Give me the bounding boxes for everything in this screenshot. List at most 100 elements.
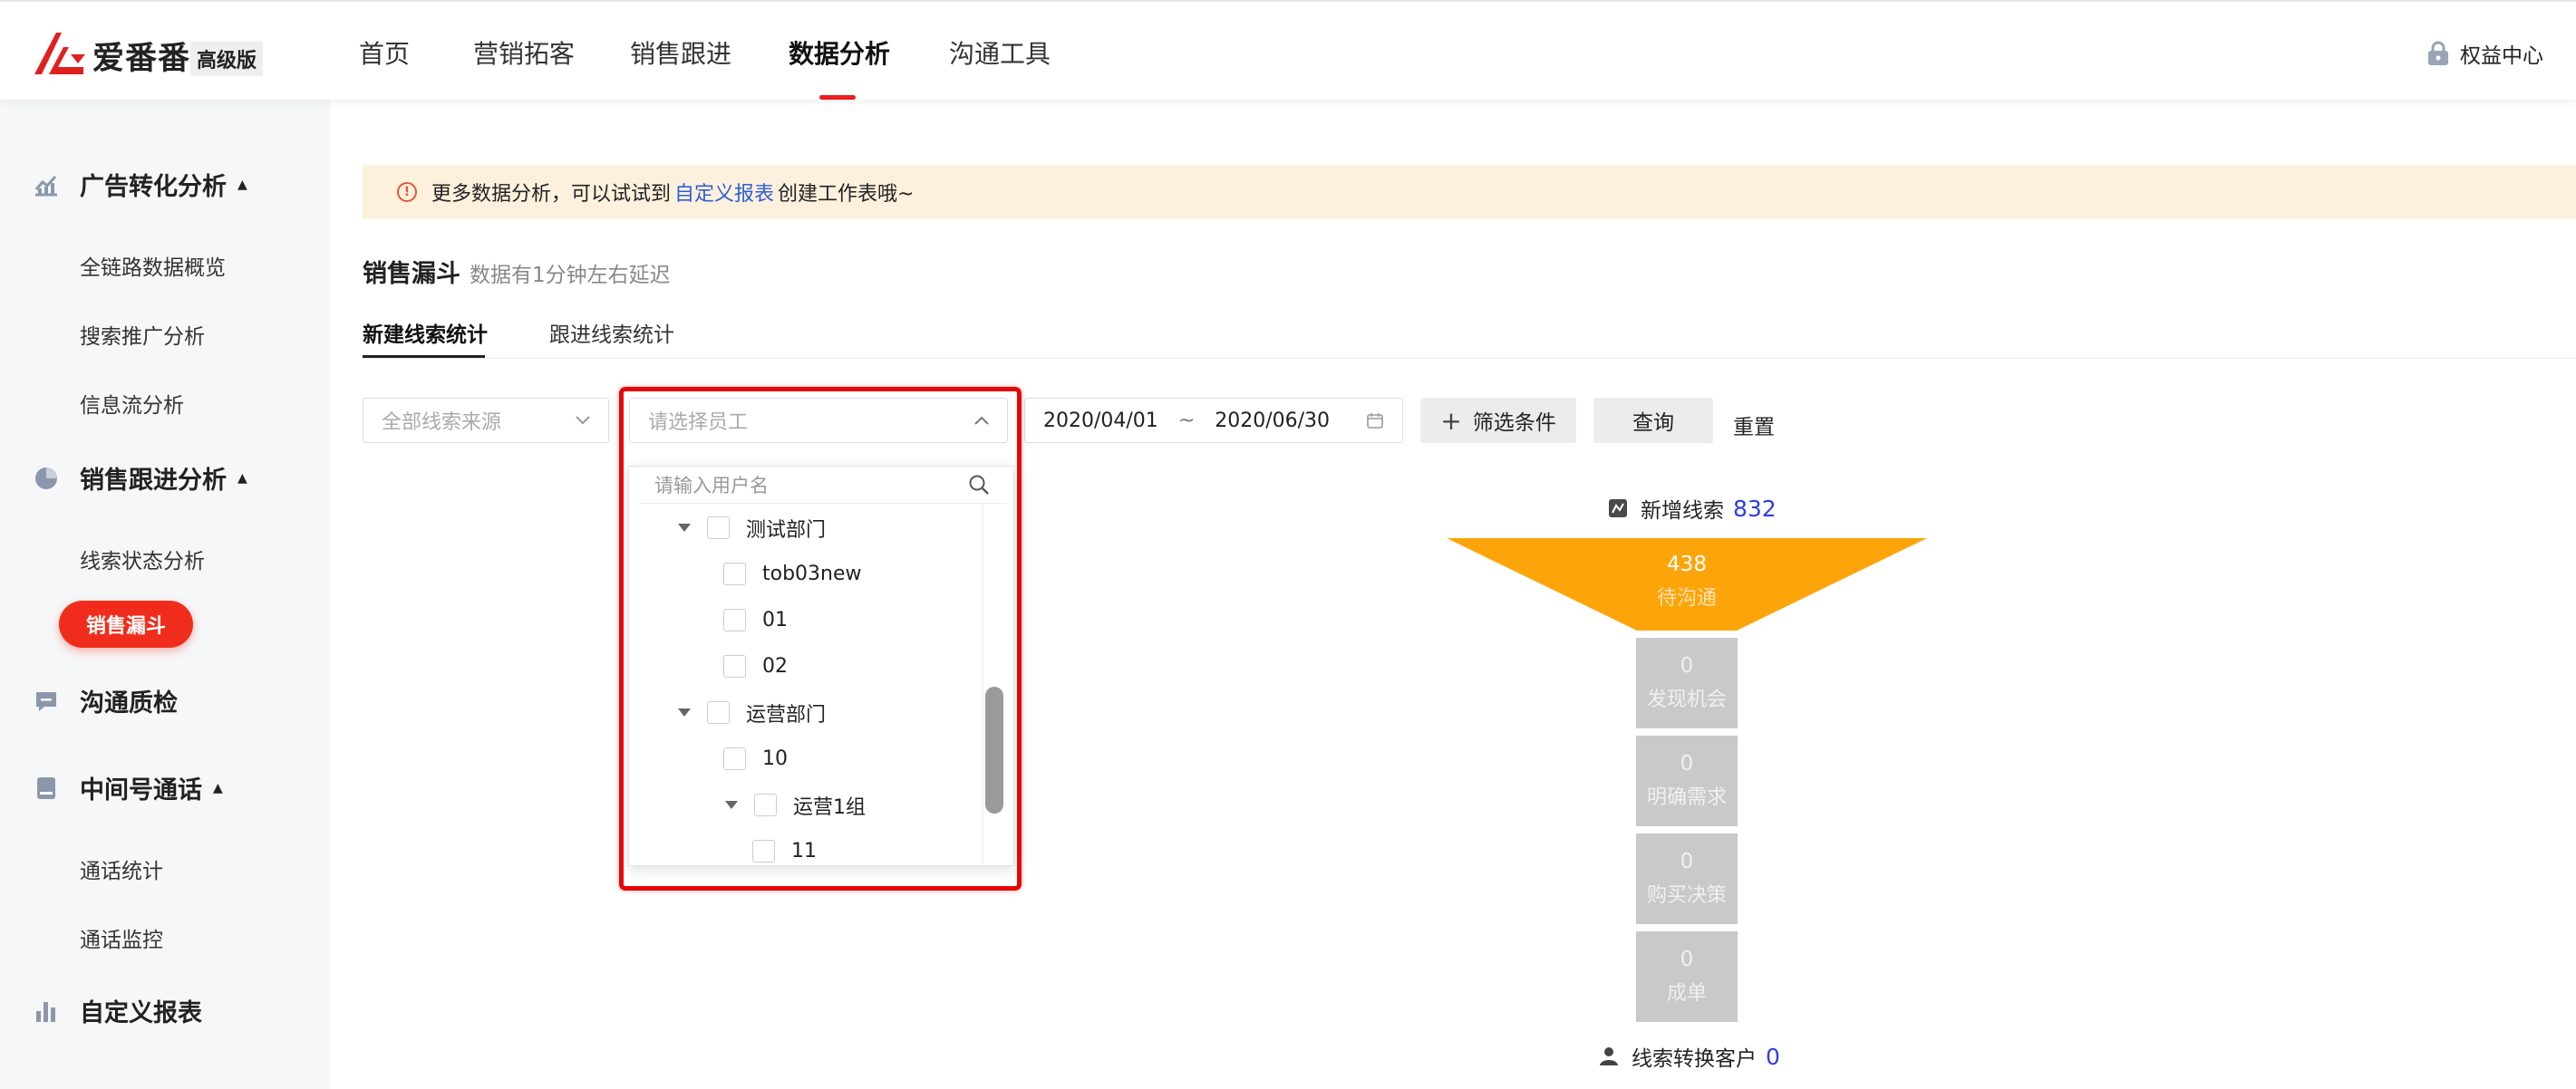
tree-node-label: tob03new bbox=[762, 563, 862, 585]
sidebar bbox=[0, 100, 330, 1089]
notice-banner: ! 更多数据分析，可以试试到 自定义报表 创建工作表哦~ bbox=[363, 165, 2576, 218]
tree-node[interactable]: 11 bbox=[629, 828, 983, 865]
sidebar-item-full-funnel-overview[interactable]: 全链路数据概览 bbox=[80, 250, 226, 281]
expand-caret-icon[interactable] bbox=[725, 801, 738, 809]
chevron-up-icon bbox=[974, 416, 989, 425]
checkbox[interactable] bbox=[723, 747, 746, 770]
funnel-stage-decision[interactable]: 0 购买决策 bbox=[1636, 834, 1738, 924]
sidebar-section-quality-check[interactable]: 沟通质检 bbox=[33, 683, 178, 718]
query-button[interactable]: 查询 bbox=[1593, 398, 1713, 443]
funnel-stage-value: 438 bbox=[1667, 553, 1707, 576]
checkbox[interactable] bbox=[723, 609, 746, 631]
sidebar-section-label: 销售跟进分析 bbox=[80, 467, 227, 495]
brand-name: 爱番番 bbox=[92, 41, 191, 77]
tab-new-leads[interactable]: 新建线索统计 bbox=[363, 317, 488, 348]
funnel-stage-label: 明确需求 bbox=[1646, 786, 1727, 809]
new-leads-label: 新增线索 bbox=[1641, 499, 1724, 523]
caret-up-icon: ▲ bbox=[213, 780, 223, 795]
sidebar-item-call-stats[interactable]: 通话统计 bbox=[80, 853, 163, 884]
delay-note: 数据有1分钟左右延迟 bbox=[470, 264, 671, 287]
reset-button[interactable]: 重置 bbox=[1733, 410, 1775, 440]
tree-node[interactable]: 测试部门 bbox=[629, 505, 983, 551]
expand-caret-icon[interactable] bbox=[678, 708, 691, 717]
nav-communication-tools[interactable]: 沟通工具 bbox=[949, 34, 1051, 71]
bar-chart-icon bbox=[33, 997, 60, 1025]
rights-center-link[interactable]: 权益中心 bbox=[2426, 38, 2543, 69]
checkbox[interactable] bbox=[707, 516, 730, 539]
funnel-stage-label: 发现机会 bbox=[1646, 689, 1727, 711]
tree-node-label: 运营1组 bbox=[793, 795, 866, 819]
tree-node[interactable]: 01 bbox=[629, 597, 983, 643]
nav-marketing[interactable]: 营销拓客 bbox=[473, 34, 575, 71]
sidebar-item-feed-analysis[interactable]: 信息流分析 bbox=[80, 388, 184, 419]
checkbox[interactable] bbox=[723, 655, 746, 678]
checkbox[interactable] bbox=[754, 794, 777, 816]
tree-node[interactable]: tob03new bbox=[629, 551, 983, 597]
funnel-stage-label: 成单 bbox=[1666, 982, 1707, 1005]
tab-followup-leads[interactable]: 跟进线索统计 bbox=[549, 317, 674, 348]
sidebar-section-label: 中间号通话 bbox=[80, 776, 202, 805]
sidebar-section-custom-report[interactable]: 自定义报表 bbox=[33, 993, 202, 1028]
converted-value[interactable]: 0 bbox=[1766, 1044, 1780, 1070]
nav-sales-followup[interactable]: 销售跟进 bbox=[630, 34, 731, 71]
sidebar-item-lead-status[interactable]: 线索状态分析 bbox=[80, 544, 205, 574]
funnel-stage-value: 0 bbox=[1680, 752, 1694, 776]
lead-source-select[interactable]: 全部线索来源 bbox=[363, 398, 609, 443]
employee-select[interactable]: 请选择员工 bbox=[629, 398, 1008, 443]
custom-report-link[interactable]: 自定义报表 bbox=[674, 178, 774, 207]
sidebar-item-call-monitor[interactable]: 通话监控 bbox=[80, 922, 163, 953]
tree-node[interactable]: 10 bbox=[629, 736, 983, 782]
tree-node-label: 02 bbox=[762, 655, 788, 678]
notice-text-suffix: 创建工作表哦~ bbox=[778, 182, 915, 206]
chat-icon bbox=[33, 688, 60, 715]
sidebar-section-sales-followup[interactable]: 销售跟进分析 ▲ bbox=[33, 460, 247, 496]
new-leads-value[interactable]: 832 bbox=[1733, 496, 1777, 522]
date-range-picker[interactable]: 2020/04/01 ~ 2020/06/30 bbox=[1024, 398, 1403, 443]
date-start[interactable]: 2020/04/01 bbox=[1043, 410, 1158, 432]
tree-node-label: 01 bbox=[762, 609, 788, 631]
pie-chart-icon bbox=[33, 465, 60, 492]
employee-dropdown-panel: 测试部门 tob03new 01 02 运营部门 10 运营1组 11 bbox=[628, 466, 1014, 866]
nav-home[interactable]: 首页 bbox=[359, 34, 410, 71]
date-end[interactable]: 2020/06/30 bbox=[1215, 410, 1330, 432]
funnel-stage-pending[interactable]: 438 待沟通 bbox=[1447, 538, 1927, 631]
tree-node[interactable]: 运营部门 bbox=[629, 689, 983, 736]
employee-placeholder: 请选择员工 bbox=[648, 411, 749, 434]
lead-icon bbox=[1609, 499, 1627, 517]
checkbox[interactable] bbox=[723, 563, 746, 585]
sidebar-item-search-promotion[interactable]: 搜索推广分析 bbox=[80, 319, 205, 350]
sidebar-section-ad-conversion[interactable]: 广告转化分析 ▲ bbox=[33, 167, 247, 202]
date-separator: ~ bbox=[1177, 409, 1196, 432]
sidebar-section-label: 广告转化分析 bbox=[80, 173, 227, 201]
sidebar-item-sales-funnel[interactable]: 销售漏斗 bbox=[59, 601, 193, 648]
sidebar-section-label: 沟通质检 bbox=[80, 689, 178, 718]
tree-node[interactable]: 运营1组 bbox=[629, 782, 983, 828]
funnel-stage-opportunity[interactable]: 0 发现机会 bbox=[1636, 638, 1738, 728]
converted-label: 线索转换客户 bbox=[1632, 1047, 1757, 1071]
checkbox[interactable] bbox=[707, 701, 730, 724]
funnel-stage-label: 购买决策 bbox=[1646, 884, 1727, 907]
brand-logo-icon[interactable] bbox=[31, 27, 89, 78]
nav-data-analysis[interactable]: 数据分析 bbox=[789, 34, 890, 71]
search-icon[interactable] bbox=[968, 474, 990, 496]
expand-caret-icon[interactable] bbox=[678, 524, 691, 532]
dropdown-scrollbar-thumb[interactable] bbox=[985, 687, 1003, 814]
checkbox[interactable] bbox=[752, 840, 775, 863]
sidebar-section-label: 自定义报表 bbox=[80, 999, 202, 1027]
sidebar-section-virtual-number[interactable]: 中间号通话 ▲ bbox=[33, 770, 223, 805]
funnel-stage-needs[interactable]: 0 明确需求 bbox=[1636, 736, 1738, 826]
user-icon bbox=[1600, 1047, 1618, 1065]
funnel-stage-value: 0 bbox=[1680, 948, 1694, 971]
tree-node-label: 11 bbox=[791, 840, 817, 863]
caret-up-icon: ▲ bbox=[237, 470, 247, 486]
employee-search-input[interactable]: 请输入用户名 bbox=[638, 466, 1006, 504]
funnel-stage-closed[interactable]: 0 成单 bbox=[1636, 931, 1738, 1022]
filter-conditions-button[interactable]: + 筛选条件 bbox=[1420, 398, 1576, 443]
converted-customers-summary: 线索转换客户 0 bbox=[1599, 1041, 1780, 1072]
lead-source-placeholder: 全部线索来源 bbox=[382, 411, 502, 434]
new-leads-summary: 新增线索 832 bbox=[1608, 493, 1777, 524]
tree-node[interactable]: 02 bbox=[629, 643, 983, 689]
plan-badge: 高级版 bbox=[190, 42, 264, 76]
chevron-down-icon bbox=[576, 416, 590, 425]
trend-chart-icon bbox=[33, 171, 60, 198]
